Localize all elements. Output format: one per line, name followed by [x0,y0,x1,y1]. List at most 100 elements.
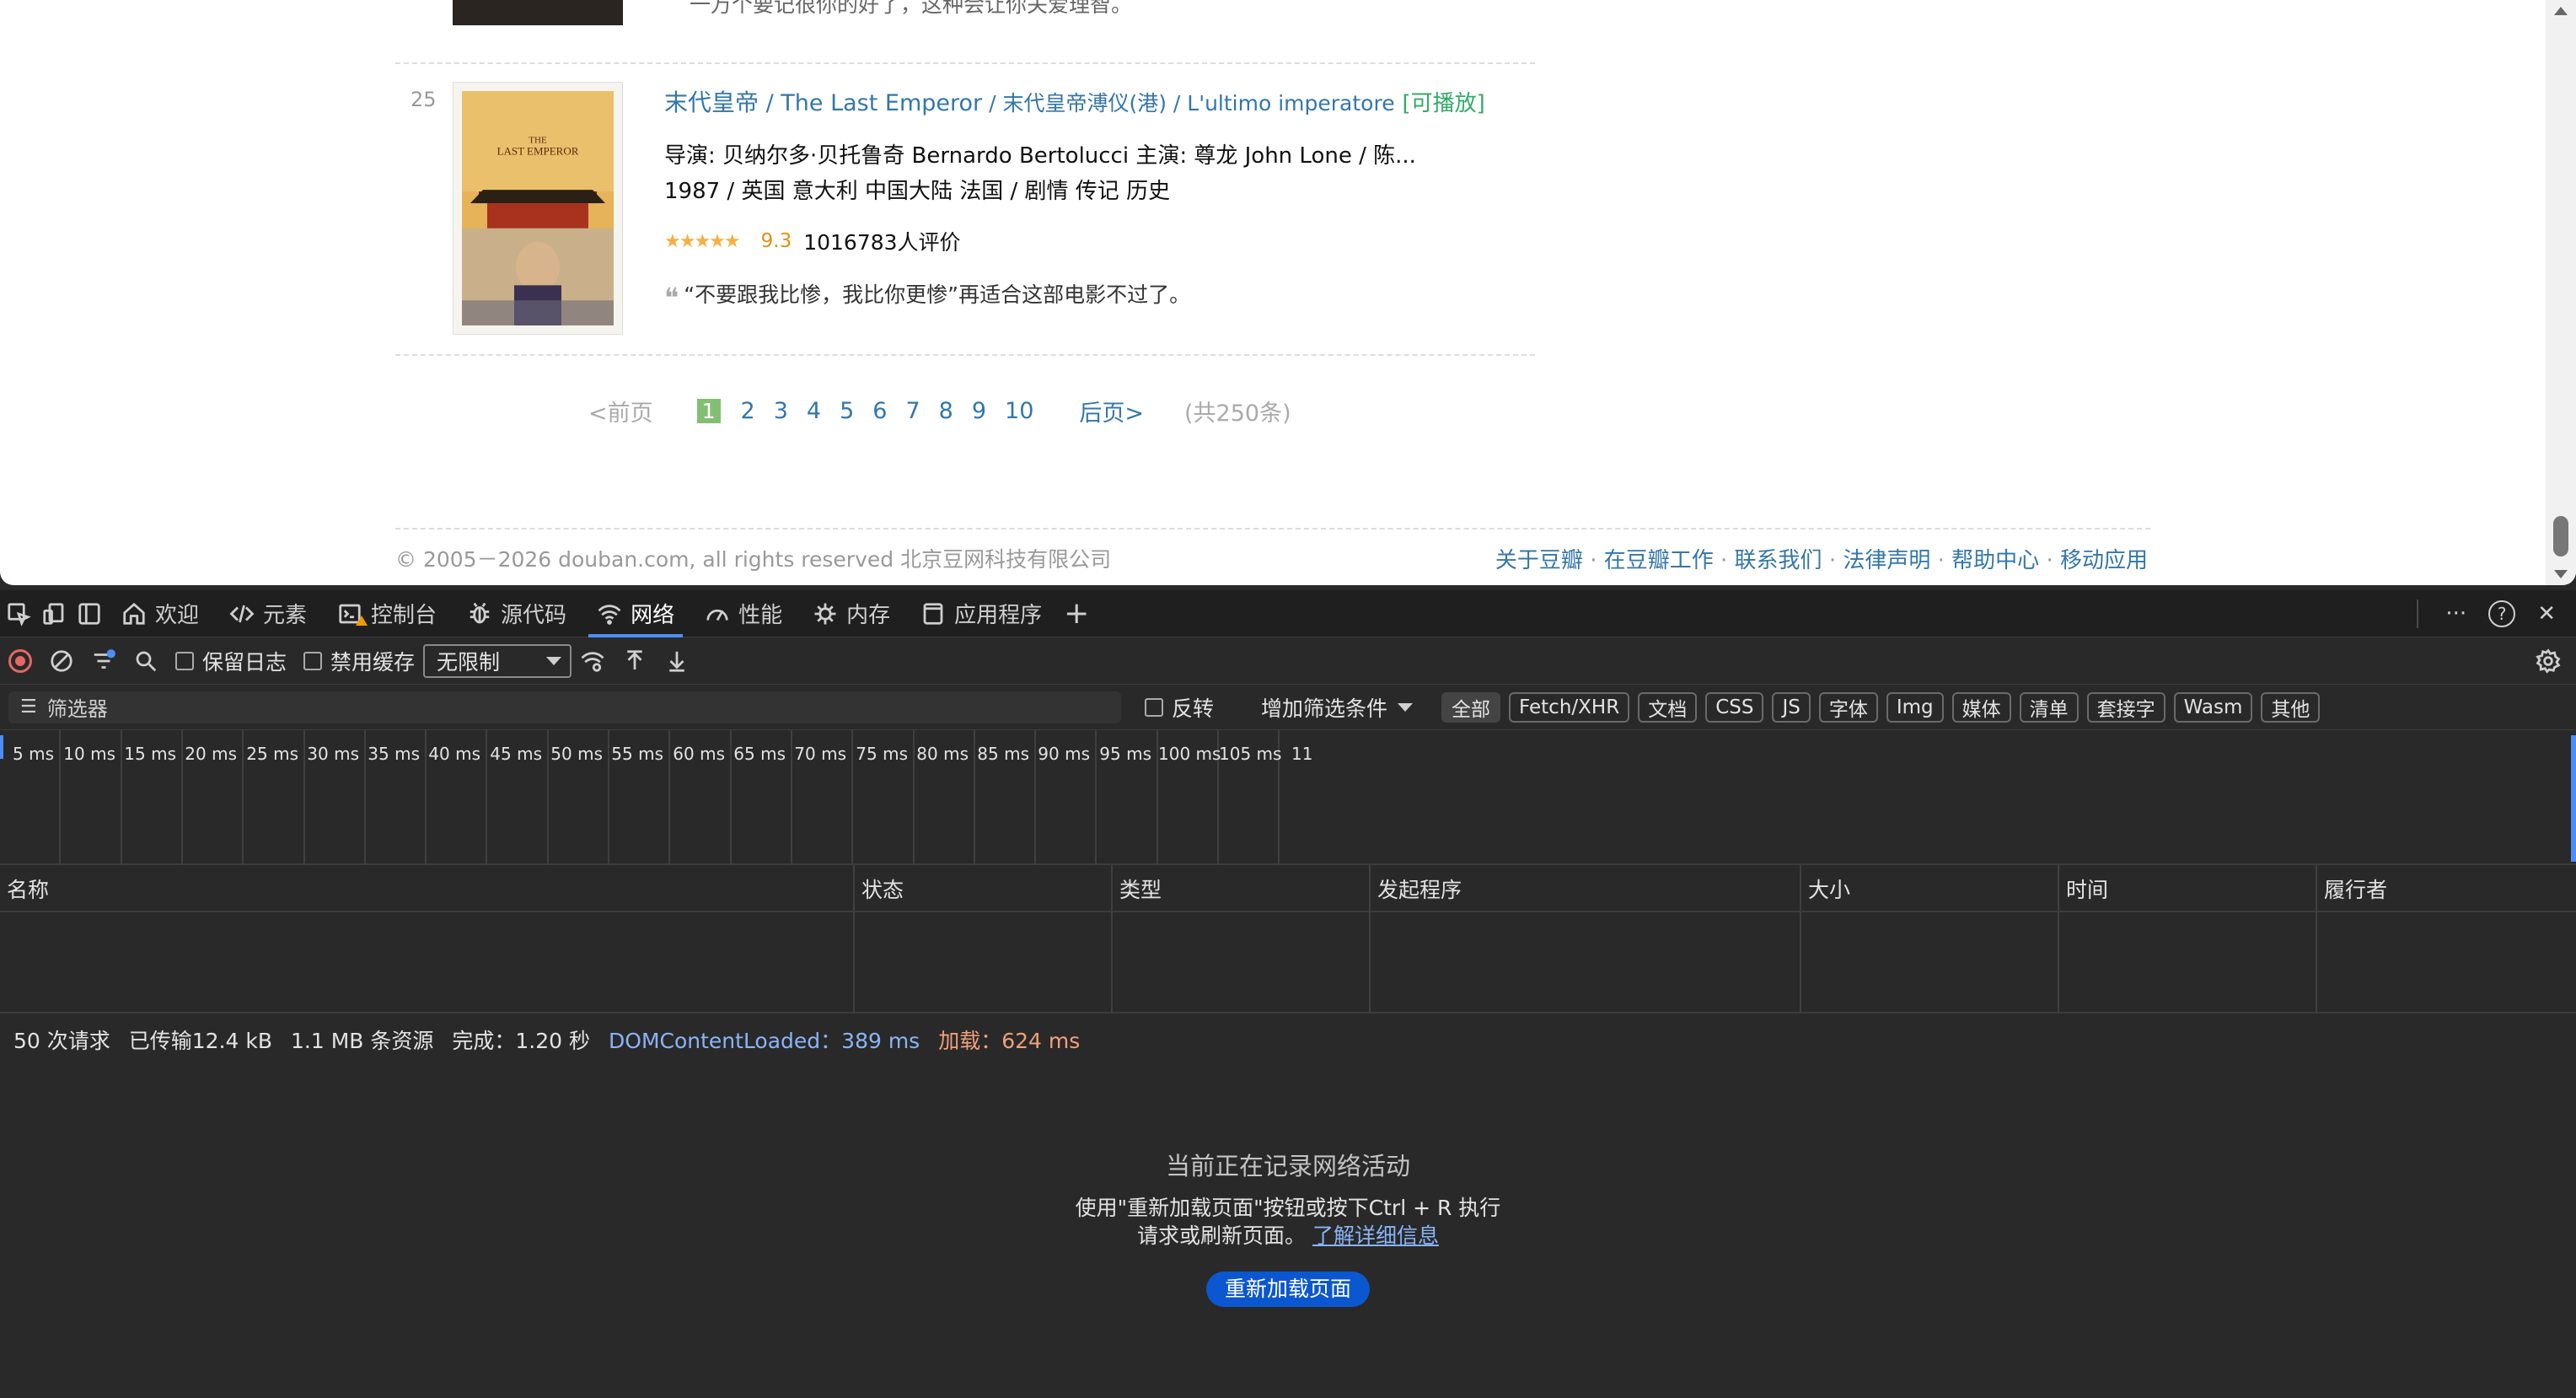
footer-link[interactable]: 移动应用 [2060,548,2148,573]
learn-more-link[interactable]: 了解详细信息 [1312,1223,1439,1248]
timeline-tick-label: 85 ms [975,730,1036,865]
pager-page[interactable]: 6 [872,398,887,424]
pager-page[interactable]: 3 [774,398,788,424]
filter-toggle-button[interactable] [83,637,125,685]
filter-chip[interactable]: Wasm [2173,691,2253,723]
tab-welcome[interactable]: 欢迎 [106,590,214,637]
pager-page[interactable]: 5 [840,398,854,424]
footer-link[interactable]: 联系我们 [1735,548,1822,573]
rating-row: ★★★★★ 9.3 1016783人评价 [664,226,961,256]
filter-chip[interactable]: 文档 [1638,691,1698,723]
footer-link[interactable]: 法律声明 [1843,548,1930,573]
footer-link[interactable]: 关于豆瓣 [1495,548,1583,573]
title-main[interactable]: 末代皇帝 [664,89,759,116]
import-har-button[interactable] [614,637,656,685]
column-header[interactable]: 类型 [1113,865,1371,912]
pager-page[interactable]: 2 [741,398,755,424]
throttle-select[interactable]: 无限制 [423,643,572,678]
scroll-up-icon[interactable] [2554,7,2568,15]
tab-elements[interactable]: 元素 [214,590,322,637]
filter-chip[interactable]: 全部 [1441,691,1501,723]
footer-link[interactable]: 帮助中心 [1951,548,2039,573]
filter-chip[interactable]: Fetch/XHR [1509,691,1630,723]
disable-cache-checkbox[interactable]: 禁用缓存 [295,637,423,685]
pager-page[interactable]: 9 [972,398,986,424]
request-table-body [0,912,2576,1014]
tab-application[interactable]: 应用程序 [905,590,1057,637]
invert-checkbox[interactable]: 反转 [1145,692,1214,723]
timeline-end-marker[interactable] [2571,735,2576,862]
tab-performance[interactable]: 性能 [690,590,797,637]
footer-links: 关于豆瓣 · 在豆瓣工作 · 联系我们 · 法律声明 · 帮助中心 · 移动应用 [1495,548,2148,573]
dock-side-icon[interactable] [72,597,106,631]
filter-chip[interactable]: CSS [1705,691,1764,723]
timeline-tick-label: 65 ms [732,730,792,865]
separator [2417,599,2419,628]
footer-link[interactable]: 在豆瓣工作 [1604,548,1714,573]
tab-memory[interactable]: 内存 [797,590,905,637]
reload-page-button[interactable]: 重新加载页面 [1205,1272,1370,1307]
column-header[interactable]: 履行者 [2317,865,2576,912]
tab-console[interactable]: 控制台 [322,590,452,637]
scroll-down-icon[interactable] [2554,570,2568,578]
timeline-tick-label: 5 ms [0,730,61,865]
pager-page[interactable]: 4 [807,398,821,424]
filter-chip[interactable]: 字体 [1818,691,1878,723]
record-button[interactable] [0,637,40,685]
title-alt[interactable]: / The Last Emperor [759,90,983,116]
playable-badge[interactable]: [可播放] [1402,91,1484,116]
network-settings-button[interactable] [2527,637,2569,685]
dom-content-loaded-time: DOMContentLoaded：389 ms [609,1029,920,1053]
network-conditions-button[interactable] [572,637,614,685]
timeline-tick-label: 70 ms [792,730,853,865]
network-timeline-overview[interactable]: 11 105 ms 100 ms 95 ms 90 ms 85 ms 80 ms 75 ms 7… [0,730,2576,865]
export-har-button[interactable] [656,637,698,685]
pager-current: 1 [696,399,721,423]
table-column [0,912,855,1014]
filter-chip[interactable]: 其他 [2261,691,2321,723]
close-devtools-icon[interactable]: ✕ [2537,601,2556,626]
pager-next[interactable]: 后页> [1079,395,1144,427]
filter-bar: ☰ 筛选器 反转 增加筛选条件 全部 Fetch/XHR 文档 CSS JS 字体 Img 媒… [0,685,2576,730]
timeline-tick-label: 80 ms [915,730,975,865]
scroll-thumb[interactable] [2553,516,2568,557]
tab-sources[interactable]: 源代码 [452,590,582,637]
preserve-log-checkbox[interactable]: 保留日志 [167,637,295,685]
add-tab-icon[interactable]: + [1064,596,1089,631]
clear-button[interactable] [40,637,83,685]
pager-page[interactable]: 8 [939,398,953,424]
filter-chip[interactable]: 套接字 [2086,691,2165,723]
filter-input[interactable]: ☰ 筛选器 [8,691,1121,723]
column-header[interactable]: 时间 [2059,865,2317,912]
filter-chip[interactable]: Img [1886,691,1944,723]
search-button[interactable] [125,637,167,685]
filter-chip[interactable]: 媒体 [1951,691,2011,723]
movie-title[interactable]: 末代皇帝 / The Last Emperor / 末代皇帝溥仪(港) / L'… [664,84,1485,118]
checkbox-icon [175,651,194,670]
request-count: 50 次请求 [13,1029,110,1053]
device-emulation-icon[interactable] [37,597,71,631]
table-column [1113,912,1371,1014]
column-header[interactable]: 大小 [1801,865,2059,912]
movie-poster[interactable]: THE LAST EMPEROR [453,82,623,335]
pager-page[interactable]: 7 [905,398,920,424]
add-filter-dropdown[interactable]: 增加筛选条件 [1261,692,1414,723]
more-options-icon[interactable]: ··· [2445,601,2466,626]
filter-chip[interactable]: 清单 [2019,691,2079,723]
column-header[interactable]: 发起程序 [1371,865,1801,912]
title-other[interactable]: / 末代皇帝溥仪(港) / L'ultimo imperatore [982,91,1395,116]
previous-poster[interactable] [453,0,623,25]
help-icon[interactable]: ? [2488,600,2516,627]
download-icon [669,651,684,672]
pager-page[interactable]: 10 [1005,398,1033,424]
inspect-element-icon[interactable] [2,597,35,631]
warning-icon [356,615,368,626]
filter-chip[interactable]: JS [1772,691,1811,723]
recording-empty-state: 当前正在记录网络活动 使用"重新加载页面"按钮或按下Ctrl + R 执行请求或… [0,1147,2576,1307]
timeline-tick-label: 45 ms [487,730,549,865]
page-scrollbar[interactable] [2546,0,2576,585]
column-header[interactable]: 状态 [855,865,1113,912]
tab-network[interactable]: 网络 [582,590,690,637]
quote-mark-icon: ❝ [664,282,679,314]
column-header[interactable]: 名称 [0,865,855,912]
